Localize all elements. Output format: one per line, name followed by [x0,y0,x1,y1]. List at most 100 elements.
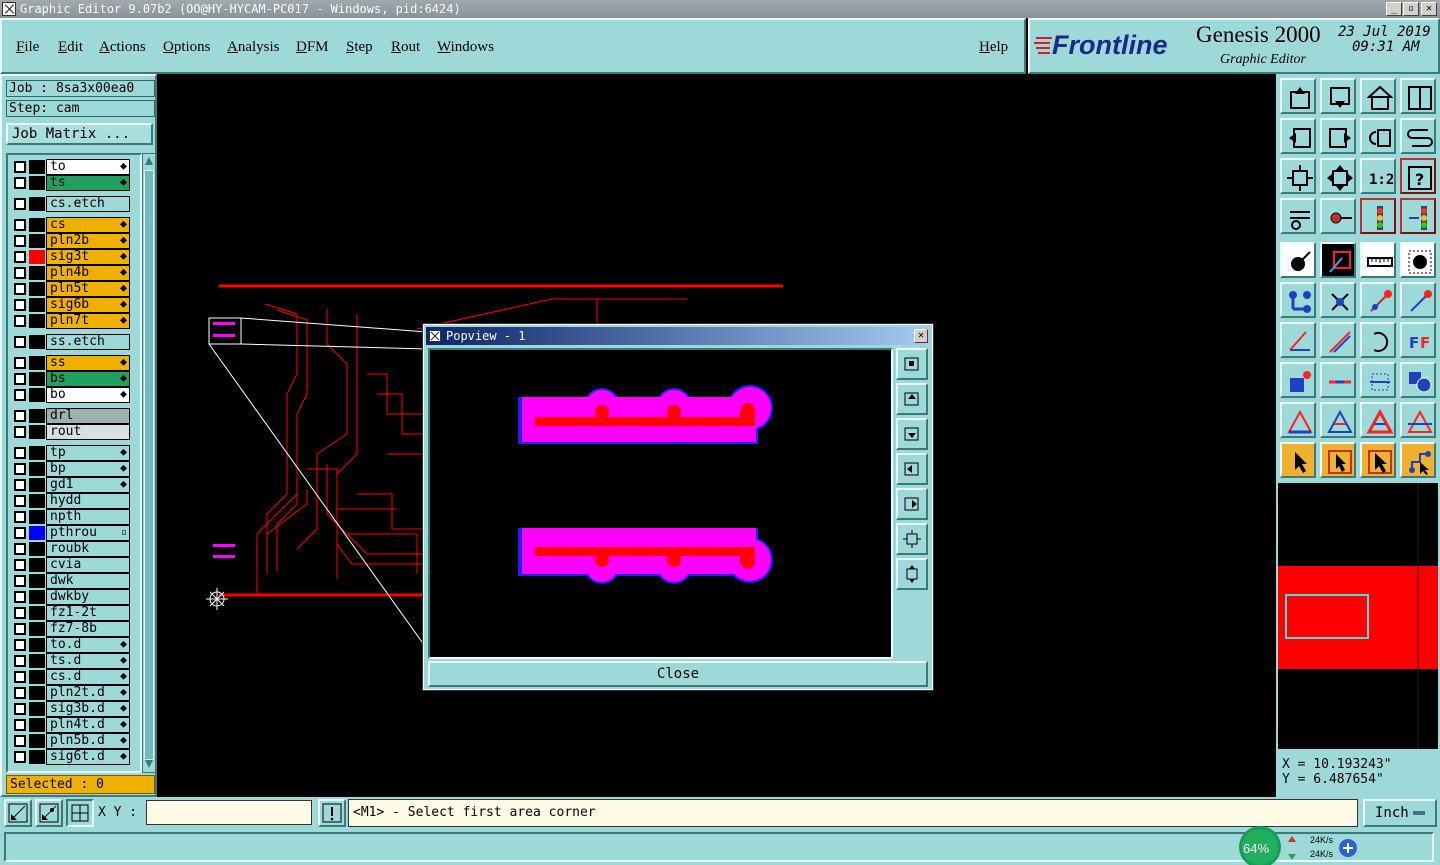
layer-name[interactable]: cs.d ⬥ [46,669,130,685]
warning-icon[interactable] [318,799,346,827]
triangle-cut-icon[interactable] [1400,402,1436,438]
layer-checkbox[interactable] [14,283,26,295]
layer-affected-marker[interactable] [29,670,45,684]
menu-windows[interactable]: Windows [437,39,494,56]
layer-name[interactable]: dwk [46,573,130,589]
layer-row[interactable]: pln5b.d ⬥ [8,733,140,749]
snap-icon[interactable] [35,799,63,827]
layer-row[interactable]: pthrou ▫ [8,525,140,541]
layer-row[interactable]: npth [8,509,140,525]
layer-affected-marker[interactable] [29,266,45,280]
layer-checkbox[interactable] [14,703,26,715]
route-icon[interactable] [1320,242,1356,278]
scroll-up-icon[interactable] [144,155,154,167]
layer-name[interactable]: sig6t.d ⬥ [46,749,130,765]
layer-affected-marker[interactable] [29,702,45,716]
settings-icon[interactable] [1280,198,1316,234]
layer-name[interactable]: sig3t ⬥ [46,249,130,265]
layer-affected-marker[interactable] [29,250,45,264]
layer-name[interactable]: cs ⬥ [46,217,130,233]
layer-affected-marker[interactable] [29,372,45,386]
layer-affected-marker[interactable] [29,510,45,524]
layer-affected-marker[interactable] [29,622,45,636]
popview-pan-up-icon[interactable] [896,383,928,415]
layer-affected-marker[interactable] [29,526,45,540]
scroll-thumb[interactable] [144,170,154,760]
layer-row[interactable]: drl [8,408,140,424]
layer-affected-marker[interactable] [29,409,45,423]
layer-row[interactable]: pln4t.d ⬥ [8,717,140,733]
layer-row[interactable]: tp ⬥ [8,445,140,461]
layer-row[interactable]: pln5t ⬥ [8,281,140,297]
layer-name[interactable]: hydd [46,493,130,509]
layer-affected-marker[interactable] [29,314,45,328]
layer-row[interactable]: pln2b ⬥ [8,233,140,249]
pad-select-icon[interactable] [1400,242,1436,278]
menu-step[interactable]: Step [346,39,373,56]
layer-name[interactable]: bs ⬥ [46,371,130,387]
layer-row[interactable]: cs ⬥ [8,217,140,233]
net-compare-icon[interactable] [1400,198,1436,234]
pan-left-icon[interactable] [1280,118,1316,154]
layer-checkbox[interactable] [14,543,26,555]
layer-checkbox[interactable] [14,177,26,189]
menu-actions[interactable]: Actions [99,39,146,56]
layer-checkbox[interactable] [14,267,26,279]
layer-name[interactable]: bo ⬥ [46,387,130,403]
layer-name[interactable]: npth [46,509,130,525]
scroll-down-icon[interactable] [144,758,154,770]
popview-home-icon[interactable] [896,558,928,590]
layer-affected-marker[interactable] [29,574,45,588]
layer-row[interactable]: dwkby [8,589,140,605]
layer-affected-marker[interactable] [29,282,45,296]
menu-file[interactable]: File [16,39,39,56]
layer-name[interactable]: to ⬥ [46,159,130,175]
layer-affected-marker[interactable] [29,734,45,748]
layer-checkbox[interactable] [14,389,26,401]
layer-name[interactable]: dwkby [46,589,130,605]
minimize-button[interactable]: _ [1386,2,1402,16]
zoom-area-icon[interactable] [4,799,32,827]
layer-affected-marker[interactable] [29,590,45,604]
layer-affected-marker[interactable] [29,388,45,402]
layer-row[interactable]: bp ⬥ [8,461,140,477]
layer-checkbox[interactable] [14,198,26,210]
probe-icon[interactable] [1320,198,1356,234]
layer-checkbox[interactable] [14,447,26,459]
layer-name[interactable]: pln5b.d ⬥ [46,733,130,749]
layer-affected-marker[interactable] [29,686,45,700]
layer-name[interactable]: ts ⬥ [46,175,130,191]
layer-row[interactable]: pln7t ⬥ [8,313,140,329]
unit-selector[interactable]: Inch [1363,799,1437,827]
layer-name[interactable]: ts.d ⬥ [46,653,130,669]
layer-row[interactable]: pln4b ⬥ [8,265,140,281]
layer-checkbox[interactable] [14,655,26,667]
layer-affected-marker[interactable] [29,218,45,232]
scale-one-to-one-icon[interactable]: 1:2 [1360,158,1396,194]
net-icon[interactable] [1360,198,1396,234]
select-pointer-icon[interactable] [1280,442,1316,478]
layer-affected-marker[interactable] [29,654,45,668]
layer-affected-marker[interactable] [29,718,45,732]
layer-scrollbar[interactable] [142,153,156,773]
layer-name[interactable]: gd1 ⬥ [46,477,130,493]
layer-row[interactable]: cs.etch [8,196,140,212]
layer-row[interactable]: sig6t.d ⬥ [8,749,140,765]
layer-name[interactable]: to.d ⬥ [46,637,130,653]
layer-affected-marker[interactable] [29,558,45,572]
layer-name[interactable]: cvia [46,557,130,573]
layer-affected-marker[interactable] [29,638,45,652]
flip-icon[interactable]: FF [1400,322,1436,358]
cross-select-icon[interactable] [1320,282,1356,318]
popview-title-bar[interactable]: Popview - 1 ✕ [426,327,930,345]
layer-name[interactable]: bp ⬥ [46,461,130,477]
layer-affected-marker[interactable] [29,335,45,349]
layer-checkbox[interactable] [14,511,26,523]
zoom-home-icon[interactable] [1320,158,1356,194]
layer-affected-marker[interactable] [29,160,45,174]
popview-pan-right-icon[interactable] [896,488,928,520]
ruler-icon[interactable] [1360,242,1396,278]
layer-checkbox[interactable] [14,559,26,571]
layer-row[interactable]: cs.d ⬥ [8,669,140,685]
popview-close-button[interactable]: Close [428,661,928,687]
